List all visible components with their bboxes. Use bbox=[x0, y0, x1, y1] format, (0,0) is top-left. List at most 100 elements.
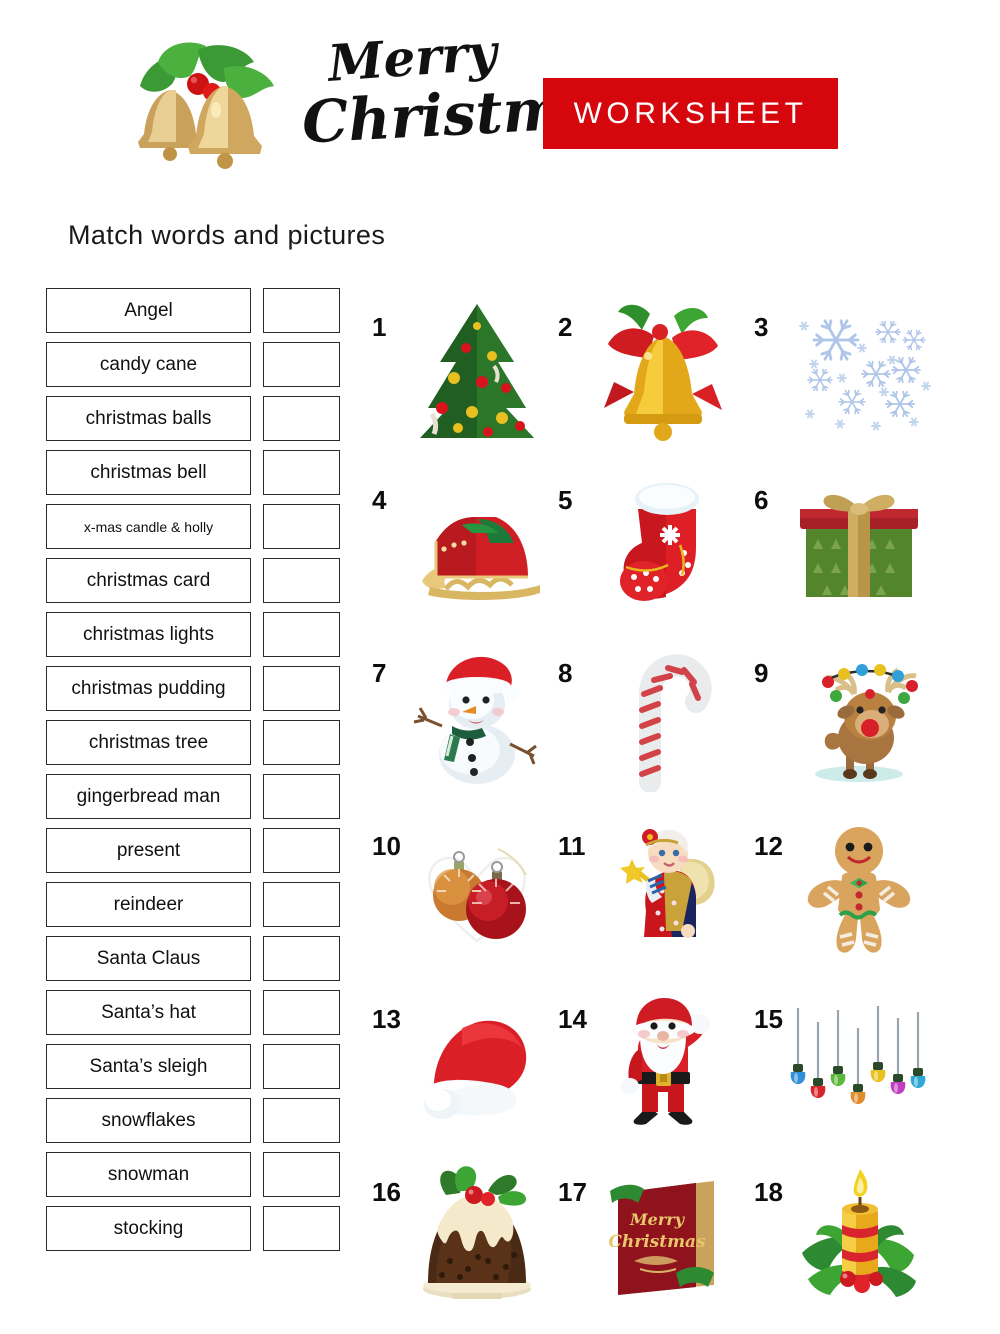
picture-row: 4 5 6 bbox=[372, 469, 972, 642]
word-label: christmas card bbox=[86, 569, 211, 591]
word-list-row: christmas tree bbox=[46, 720, 346, 765]
word-list-row: Santa’s sleigh bbox=[46, 1044, 346, 1089]
picture-cell: 2 bbox=[558, 296, 754, 469]
word-label: christmas tree bbox=[88, 731, 209, 753]
word-list-row: candy cane bbox=[46, 342, 346, 387]
word-box: Santa’s hat bbox=[46, 990, 251, 1035]
word-list-row: Santa’s hat bbox=[46, 990, 346, 1035]
picture-number: 10 bbox=[372, 831, 401, 861]
santa-claus-icon bbox=[588, 988, 738, 1138]
picture-number: 2 bbox=[558, 312, 573, 342]
word-label: christmas bell bbox=[90, 461, 207, 483]
answer-box[interactable] bbox=[263, 288, 340, 333]
picture-cell: 15 bbox=[754, 988, 940, 1161]
word-list-row: christmas balls bbox=[46, 396, 346, 441]
answer-box[interactable] bbox=[263, 558, 340, 603]
picture-grid: 1 2 3 4 5 6 7 8 9 10 11 12 13 14 15 16 17 Merry Christmas 1… bbox=[372, 296, 972, 1334]
answer-box[interactable] bbox=[263, 1044, 340, 1089]
word-label: snowman bbox=[107, 1163, 190, 1185]
christmas-bells-holly-icon bbox=[128, 28, 288, 178]
word-label: Santa’s hat bbox=[101, 1001, 196, 1023]
present-icon bbox=[784, 469, 934, 619]
picture-cell: 9 bbox=[754, 642, 940, 815]
word-label: Santa Claus bbox=[96, 947, 201, 969]
picture-number: 12 bbox=[754, 831, 783, 861]
picture-number: 8 bbox=[558, 658, 573, 688]
answer-box[interactable] bbox=[263, 882, 340, 927]
worksheet-banner: WORKSHEET bbox=[543, 78, 838, 149]
picture-number: 9 bbox=[754, 658, 769, 688]
word-label: christmas lights bbox=[83, 623, 214, 645]
answer-box[interactable] bbox=[263, 990, 340, 1035]
word-box: christmas card bbox=[46, 558, 251, 603]
answer-box[interactable] bbox=[263, 450, 340, 495]
picture-number: 5 bbox=[558, 485, 573, 515]
picture-cell: 6 bbox=[754, 469, 940, 642]
picture-cell: 16 bbox=[372, 1161, 558, 1334]
word-list-row: reindeer bbox=[46, 882, 346, 927]
word-label: x-mas candle & holly bbox=[83, 518, 214, 535]
word-list-row: snowflakes bbox=[46, 1098, 346, 1143]
gingerbread-man-icon bbox=[784, 815, 934, 965]
word-list-row: gingerbread man bbox=[46, 774, 346, 819]
svg-text:Christmas: Christmas bbox=[608, 1232, 706, 1252]
picture-number: 17 bbox=[558, 1177, 587, 1207]
word-box: christmas tree bbox=[46, 720, 251, 765]
answer-box[interactable] bbox=[263, 396, 340, 441]
word-list-row: christmas lights bbox=[46, 612, 346, 657]
word-box: snowflakes bbox=[46, 1098, 251, 1143]
word-label: present bbox=[116, 839, 181, 861]
page-title: Match words and pictures bbox=[68, 220, 386, 250]
word-box: snowman bbox=[46, 1152, 251, 1197]
christmas-balls-icon bbox=[402, 815, 552, 965]
word-label: Santa’s sleigh bbox=[89, 1055, 208, 1077]
picture-number: 18 bbox=[754, 1177, 783, 1207]
word-box: christmas balls bbox=[46, 396, 251, 441]
word-box: christmas pudding bbox=[46, 666, 251, 711]
word-list-row: stocking bbox=[46, 1206, 346, 1251]
word-label: stocking bbox=[113, 1217, 184, 1239]
answer-box[interactable] bbox=[263, 504, 340, 549]
word-box: christmas lights bbox=[46, 612, 251, 657]
answer-box[interactable] bbox=[263, 342, 340, 387]
word-label: reindeer bbox=[113, 893, 184, 915]
picture-number: 11 bbox=[558, 831, 586, 861]
answer-box[interactable] bbox=[263, 1206, 340, 1251]
answer-box[interactable] bbox=[263, 612, 340, 657]
answer-box[interactable] bbox=[263, 936, 340, 981]
picture-cell: 4 bbox=[372, 469, 558, 642]
word-list-row: present bbox=[46, 828, 346, 873]
christmas-tree-icon bbox=[402, 296, 552, 446]
picture-number: 6 bbox=[754, 485, 769, 515]
answer-box[interactable] bbox=[263, 666, 340, 711]
picture-cell: 17 Merry Christmas bbox=[558, 1161, 754, 1334]
answer-box[interactable] bbox=[263, 1098, 340, 1143]
word-list-row: christmas card bbox=[46, 558, 346, 603]
word-box: x-mas candle & holly bbox=[46, 504, 251, 549]
word-list-row: christmas bell bbox=[46, 450, 346, 495]
answer-box[interactable] bbox=[263, 828, 340, 873]
answer-box[interactable] bbox=[263, 1152, 340, 1197]
picture-number: 14 bbox=[558, 1004, 587, 1034]
svg-text:Merry: Merry bbox=[629, 1210, 686, 1229]
picture-number: 1 bbox=[372, 312, 387, 342]
answer-box[interactable] bbox=[263, 774, 340, 819]
word-box: stocking bbox=[46, 1206, 251, 1251]
santas-sleigh-icon bbox=[402, 469, 552, 619]
word-label: gingerbread man bbox=[76, 785, 221, 807]
word-box: present bbox=[46, 828, 251, 873]
word-list: Angel candy cane christmas balls christmas … bbox=[46, 288, 346, 1260]
picture-number: 15 bbox=[754, 1004, 783, 1034]
picture-number: 4 bbox=[372, 485, 387, 515]
picture-cell: 5 bbox=[558, 469, 754, 642]
angel-icon bbox=[588, 815, 738, 965]
word-label: snowflakes bbox=[101, 1109, 196, 1131]
picture-cell: 8 bbox=[558, 642, 754, 815]
word-list-row: snowman bbox=[46, 1152, 346, 1197]
word-label: Angel bbox=[124, 299, 173, 321]
picture-row: 13 14 15 bbox=[372, 988, 972, 1161]
answer-box[interactable] bbox=[263, 720, 340, 765]
word-box: reindeer bbox=[46, 882, 251, 927]
picture-cell: 7 bbox=[372, 642, 558, 815]
word-label: christmas balls bbox=[85, 407, 212, 429]
